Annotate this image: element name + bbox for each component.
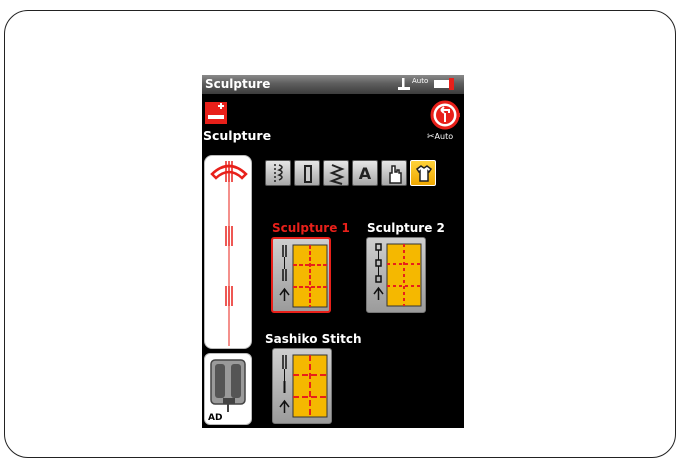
sculpture-shirt-icon[interactable]	[410, 160, 436, 186]
category-tabs: A	[265, 160, 464, 186]
lcd-screen: Sculpture Auto Sculpture ✂Auto AD A Scul…	[202, 75, 464, 428]
mode-label: Sculpture	[203, 128, 272, 143]
sculpture-mode-icon[interactable]	[205, 102, 227, 124]
reset-icon[interactable]	[430, 100, 460, 130]
stitch-button-sculpture-1[interactable]	[271, 237, 331, 313]
hand-icon[interactable]	[381, 160, 407, 186]
stitch-preview	[204, 155, 252, 349]
presser-foot-icon	[398, 78, 410, 90]
stitch-button-sashiko[interactable]	[272, 348, 332, 424]
presser-foot-indicator: AD	[204, 353, 252, 425]
utility-stitch-icon[interactable]	[265, 160, 291, 186]
reset-auto-label: ✂Auto	[427, 132, 454, 142]
screen-title: Sculpture	[205, 77, 271, 91]
thread-cut-icon: ✂	[427, 132, 435, 142]
stitch-label-sculpture-1: Sculpture 1	[272, 221, 350, 235]
stitch-label-sashiko: Sashiko Stitch	[265, 332, 362, 346]
decorative-stitch-icon[interactable]	[323, 160, 349, 186]
foot-label: AD	[208, 413, 223, 423]
status-icons: Auto	[390, 77, 460, 92]
alphabet-icon[interactable]: A	[352, 160, 378, 186]
buttonhole-icon[interactable]	[294, 160, 320, 186]
stitch-label-sculpture-2: Sculpture 2	[367, 221, 445, 235]
auto-label: Auto	[412, 77, 429, 85]
title-bar: Sculpture Auto	[202, 75, 464, 94]
needle-position-icon	[434, 78, 454, 90]
stitch-button-sculpture-2[interactable]	[366, 237, 426, 313]
